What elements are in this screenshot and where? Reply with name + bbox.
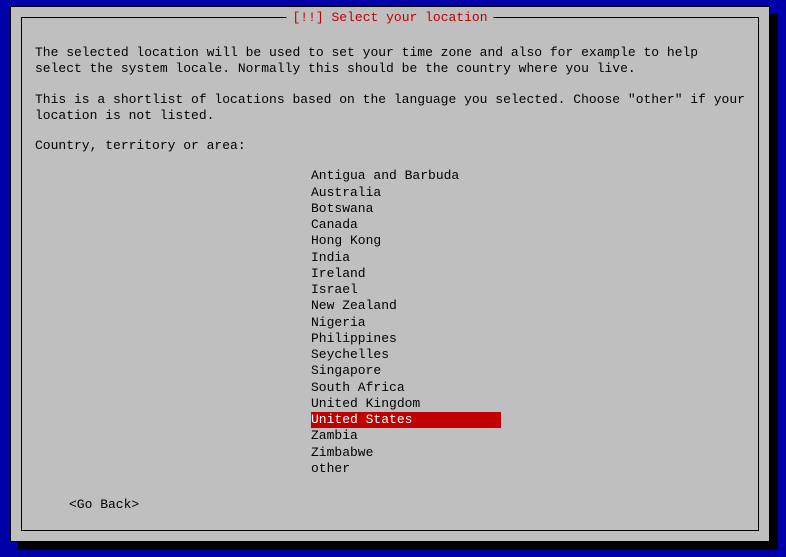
list-item[interactable]: Antigua and Barbuda — [311, 168, 745, 184]
dialog-window: [!!] Select your location The selected l… — [10, 6, 770, 542]
list-item[interactable]: New Zealand — [311, 298, 745, 314]
list-item[interactable]: United States — [311, 412, 501, 428]
list-item[interactable]: United Kingdom — [311, 396, 745, 412]
list-item[interactable]: Philippines — [311, 331, 745, 347]
list-item[interactable]: other — [311, 461, 745, 477]
description-paragraph-1: The selected location will be used to se… — [35, 45, 745, 78]
description-paragraph-2: This is a shortlist of locations based o… — [35, 92, 745, 125]
list-item[interactable]: Zimbabwe — [311, 445, 745, 461]
list-item[interactable]: South Africa — [311, 380, 745, 396]
dialog-title: [!!] Select your location — [286, 10, 493, 25]
list-item[interactable]: Ireland — [311, 266, 745, 282]
list-item[interactable]: Singapore — [311, 363, 745, 379]
go-back-button[interactable]: <Go Back> — [69, 497, 139, 513]
list-item[interactable]: Hong Kong — [311, 233, 745, 249]
dialog-content: The selected location will be used to se… — [35, 45, 745, 517]
list-item[interactable]: Israel — [311, 282, 745, 298]
list-item[interactable]: Australia — [311, 185, 745, 201]
list-item[interactable]: Zambia — [311, 428, 745, 444]
list-item[interactable]: Botswana — [311, 201, 745, 217]
list-item[interactable]: Nigeria — [311, 315, 745, 331]
list-item[interactable]: Seychelles — [311, 347, 745, 363]
location-list[interactable]: Antigua and BarbudaAustraliaBotswanaCana… — [311, 168, 745, 477]
field-prompt: Country, territory or area: — [35, 138, 745, 154]
list-item[interactable]: Canada — [311, 217, 745, 233]
list-item[interactable]: India — [311, 250, 745, 266]
